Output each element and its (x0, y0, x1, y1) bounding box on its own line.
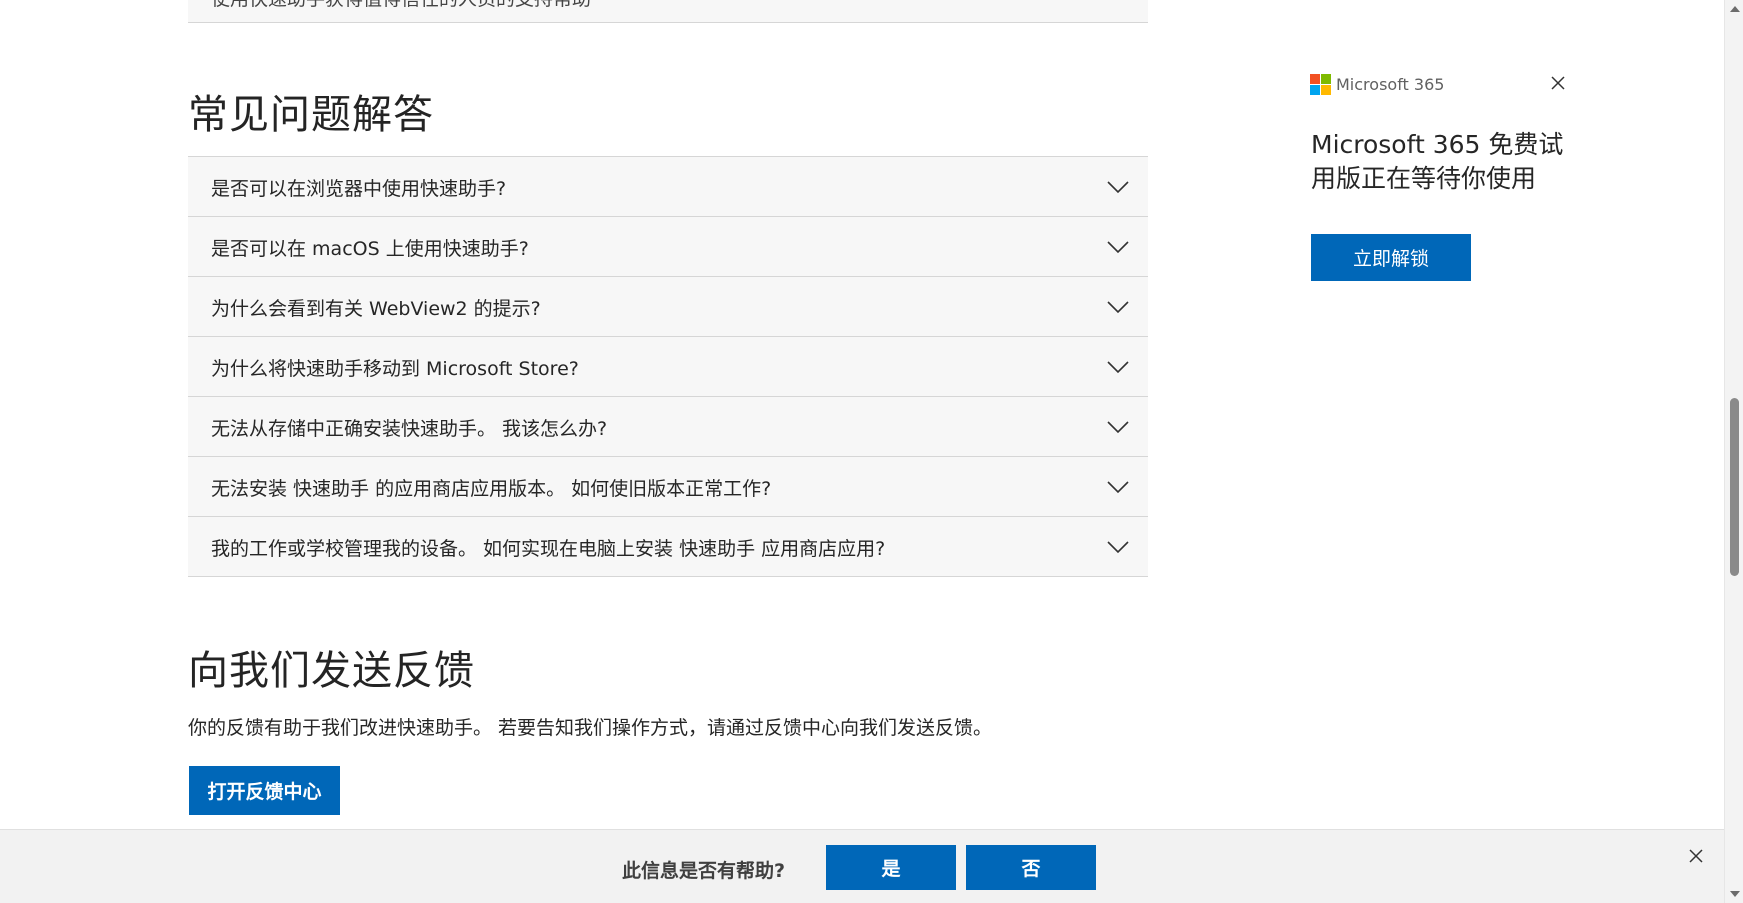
chevron-down-icon (1107, 361, 1129, 374)
faq-item[interactable]: 是否可以在浏览器中使用快速助手? (188, 157, 1148, 217)
feedback-text: 你的反馈有助于我们改进快速助手。 若要告知我们操作方式，请通过反馈中心向我们发送… (188, 717, 993, 739)
yes-button[interactable]: 是 (826, 845, 956, 890)
faq-row-partial[interactable]: 使用快速助手获得值得信任的人员的支持帮助 (188, 0, 1148, 23)
chevron-down-icon (1107, 301, 1129, 314)
faq-item[interactable]: 我的工作或学校管理我的设备。 如何实现在电脑上安装 快速助手 应用商店应用? (188, 517, 1148, 577)
faq-list: 是否可以在浏览器中使用快速助手? 是否可以在 macOS 上使用快速助手? 为什… (188, 156, 1148, 577)
faq-item[interactable]: 无法安装 快速助手 的应用商店应用版本。 如何使旧版本正常工作? (188, 457, 1148, 517)
microsoft-logo-icon (1310, 74, 1331, 95)
unlock-now-button[interactable]: 立即解锁 (1311, 234, 1471, 281)
feedback-heading: 向我们发送反馈 (188, 648, 475, 694)
promo-title: Microsoft 365 免费试用版正在等待你使用 (1311, 130, 1564, 193)
chevron-down-icon (1107, 481, 1129, 494)
faq-question: 是否可以在 macOS 上使用快速助手? (211, 238, 529, 260)
faq-question: 无法安装 快速助手 的应用商店应用版本。 如何使旧版本正常工作? (211, 478, 772, 500)
vertical-scrollbar[interactable] (1724, 0, 1743, 903)
chevron-down-icon (1107, 181, 1129, 194)
faq-row-partial-label: 使用快速助手获得值得信任的人员的支持帮助 (211, 0, 591, 11)
scroll-down-arrow-icon[interactable] (1730, 891, 1740, 897)
helpful-question: 此信息是否有帮助? (622, 860, 786, 882)
chevron-down-icon (1107, 241, 1129, 254)
open-feedback-hub-button[interactable]: 打开反馈中心 (189, 766, 340, 815)
page: 使用快速助手获得值得信任的人员的支持帮助 常见问题解答 是否可以在浏览器中使用快… (0, 0, 1724, 903)
scroll-thumb[interactable] (1730, 398, 1739, 576)
faq-item[interactable]: 为什么将快速助手移动到 Microsoft Store? (188, 337, 1148, 397)
promo-brand: Microsoft 365 (1336, 75, 1445, 94)
scroll-up-arrow-icon[interactable] (1730, 6, 1740, 12)
faq-question: 为什么会看到有关 WebView2 的提示? (211, 298, 541, 320)
faq-item[interactable]: 是否可以在 macOS 上使用快速助手? (188, 217, 1148, 277)
faq-question: 为什么将快速助手移动到 Microsoft Store? (211, 358, 579, 380)
faq-question: 是否可以在浏览器中使用快速助手? (211, 178, 507, 200)
close-icon[interactable] (1688, 848, 1704, 864)
helpful-feedback-bar: 此信息是否有帮助? 是 否 (0, 829, 1724, 903)
faq-question: 我的工作或学校管理我的设备。 如何实现在电脑上安装 快速助手 应用商店应用? (211, 538, 886, 560)
faq-question: 无法从存储中正确安装快速助手。 我该怎么办? (211, 418, 608, 440)
no-button[interactable]: 否 (966, 845, 1096, 890)
faq-item[interactable]: 为什么会看到有关 WebView2 的提示? (188, 277, 1148, 337)
chevron-down-icon (1107, 421, 1129, 434)
faq-item[interactable]: 无法从存储中正确安装快速助手。 我该怎么办? (188, 397, 1148, 457)
chevron-down-icon (1107, 541, 1129, 554)
faq-heading: 常见问题解答 (188, 92, 434, 138)
close-icon[interactable] (1549, 74, 1567, 92)
